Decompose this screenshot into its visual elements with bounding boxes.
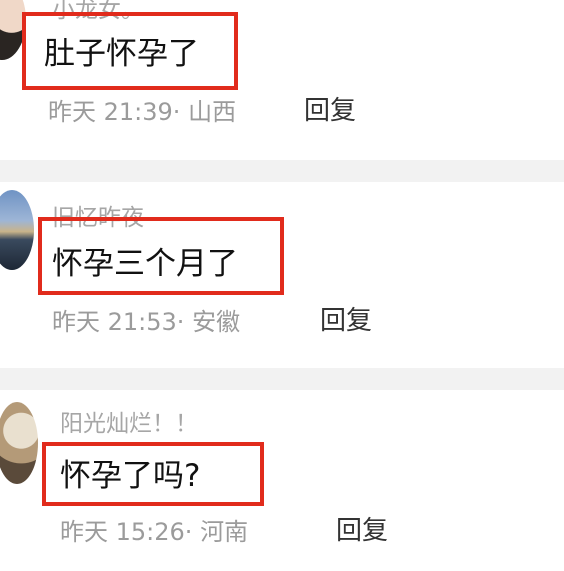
meta-separator: ·	[176, 308, 185, 336]
comment-meta: 昨天 15:26· 河南	[60, 512, 248, 547]
comment-meta: 昨天 21:39· 山西	[48, 92, 236, 127]
highlight-box	[38, 217, 284, 295]
comment-card: 小龙女。 肚子怀孕了 昨天 21:39· 山西 回复	[0, 0, 564, 160]
comment-time: 昨天 21:39	[48, 98, 173, 126]
comment-time: 昨天 21:53	[52, 308, 177, 336]
comment-username[interactable]: 阳光灿烂！！	[60, 404, 198, 438]
meta-separator: ·	[172, 98, 181, 126]
comment-card: 旧忆昨夜 怀孕三个月了 昨天 21:53· 安徽 回复	[0, 182, 564, 368]
comment-location: 安徽	[192, 308, 241, 336]
highlight-box	[42, 442, 264, 506]
highlight-box	[22, 12, 238, 90]
meta-separator: ·	[184, 518, 193, 546]
comment-time: 昨天 15:26	[60, 518, 185, 546]
comment-location: 山西	[188, 98, 237, 126]
reply-button[interactable]: 回复	[320, 300, 372, 337]
comment-meta: 昨天 21:53· 安徽	[52, 302, 240, 337]
avatar[interactable]	[0, 190, 34, 270]
reply-button[interactable]: 回复	[336, 510, 388, 547]
reply-button[interactable]: 回复	[304, 90, 356, 127]
comment-location: 河南	[200, 518, 249, 546]
comment-card: 阳光灿烂！！ 怀孕了吗? 昨天 15:26· 河南 回复	[0, 390, 564, 571]
avatar[interactable]	[0, 402, 38, 484]
